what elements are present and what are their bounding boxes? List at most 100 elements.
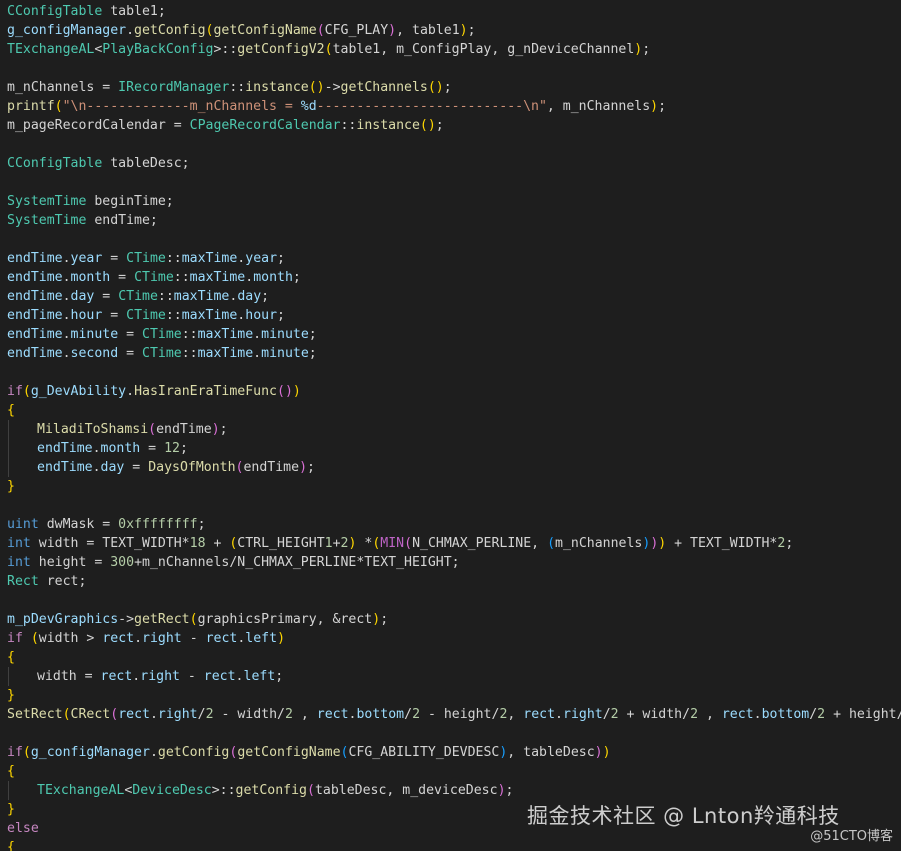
code-line: int height = 300+m_nChannels/N_CHMAX_PER… bbox=[7, 553, 460, 572]
code-token: left bbox=[243, 669, 276, 684]
code-token: :: bbox=[229, 80, 246, 95]
code-token: } bbox=[7, 688, 15, 703]
code-token: m_nChannels bbox=[555, 536, 643, 551]
code-line: { bbox=[7, 762, 15, 781]
code-line: endTime.month = CTime::maxTime.month; bbox=[7, 268, 301, 287]
code-token: hour bbox=[245, 308, 278, 323]
code-token: . bbox=[62, 251, 71, 266]
code-token: ; bbox=[642, 42, 651, 57]
code-token: ( bbox=[189, 612, 198, 627]
code-token: CConfigTable bbox=[7, 4, 103, 19]
code-line: CConfigTable table1; bbox=[7, 2, 166, 21]
code-token: + bbox=[205, 536, 230, 551]
code-token: endTime bbox=[7, 270, 63, 285]
code-line: } bbox=[7, 800, 15, 819]
code-line: m_nChannels = IRecordManager::instance()… bbox=[7, 78, 452, 97]
code-token: . bbox=[62, 270, 71, 285]
code-token: , table1 bbox=[396, 23, 460, 38]
code-token: 18 bbox=[189, 536, 206, 551]
code-token: +m_nChannels/N_CHMAX_PERLINE*TEXT_HEIGHT… bbox=[134, 555, 460, 570]
code-line: m_pageRecordCalendar = CPageRecordCalend… bbox=[7, 116, 444, 135]
code-token: :: bbox=[340, 118, 357, 133]
code-token: . bbox=[62, 327, 71, 342]
code-token: maxTime bbox=[197, 327, 254, 342]
code-token: SystemTime bbox=[7, 213, 87, 228]
code-token: getConfigName bbox=[237, 745, 341, 760]
code-line: TExchangeAL<PlayBackConfig>::getConfigV2… bbox=[7, 40, 650, 59]
code-token: ( bbox=[22, 745, 31, 760]
code-token: 0xffffffff bbox=[118, 517, 198, 532]
indent-guide bbox=[8, 420, 9, 477]
code-token: 300 bbox=[110, 555, 135, 570]
code-token: . bbox=[126, 23, 135, 38]
code-token: if bbox=[7, 631, 23, 646]
code-token: uint bbox=[7, 517, 39, 532]
code-token: ( bbox=[30, 631, 39, 646]
code-line: int width = TEXT_WIDTH*18 + (CTRL_HEIGHT… bbox=[7, 534, 793, 553]
code-line: endTime.day = DaysOfMonth(endTime); bbox=[7, 458, 315, 477]
code-line: g_configManager.getConfig(getConfigName(… bbox=[7, 21, 476, 40]
code-line: CConfigTable tableDesc; bbox=[7, 154, 190, 173]
code-token: ; bbox=[277, 308, 285, 323]
code-token: rect bbox=[316, 707, 349, 722]
code-token: ( bbox=[316, 23, 325, 38]
code-token: . bbox=[149, 745, 158, 760]
code-token: ; bbox=[380, 612, 389, 627]
code-token: , m_nChannels bbox=[546, 99, 651, 114]
code-line: MiladiToShamsi(endTime); bbox=[7, 420, 228, 439]
code-token: instance bbox=[356, 118, 420, 133]
code-token: endTime bbox=[7, 327, 63, 342]
code-token: CTime bbox=[126, 251, 166, 266]
code-token: ; bbox=[277, 251, 285, 266]
code-token: instance bbox=[245, 80, 309, 95]
code-token: CFG_ABILITY_DEVDESC bbox=[348, 745, 500, 760]
code-token: minute bbox=[261, 346, 309, 361]
code-token: >:: bbox=[211, 783, 236, 798]
code-token: . bbox=[555, 707, 563, 722]
code-token: = bbox=[110, 270, 135, 285]
code-token: CFG_PLAY bbox=[324, 23, 389, 38]
code-token: rect bbox=[203, 669, 236, 684]
code-token: month bbox=[253, 270, 293, 285]
code-token: day bbox=[70, 289, 95, 304]
code-line: TExchangeAL<DeviceDesc>::getConfig(table… bbox=[7, 781, 513, 800]
code-token: ; bbox=[308, 327, 317, 342]
code-token: - bbox=[181, 631, 206, 646]
code-token: 2 bbox=[690, 707, 699, 722]
code-token: . bbox=[245, 270, 254, 285]
code-token: 2 bbox=[412, 707, 421, 722]
code-token: / bbox=[809, 707, 818, 722]
code-token: . bbox=[753, 707, 762, 722]
code-token: month bbox=[100, 441, 141, 456]
code-token: ) bbox=[388, 23, 397, 38]
code-token: :: bbox=[181, 346, 198, 361]
code-token: () bbox=[308, 80, 325, 95]
code-token: year bbox=[245, 251, 278, 266]
code-token: maxTime bbox=[189, 270, 246, 285]
code-token: ; bbox=[307, 460, 315, 475]
code-token: ( bbox=[547, 536, 556, 551]
code-line: { bbox=[7, 648, 15, 667]
code-token: CTime bbox=[118, 289, 158, 304]
code-token: ( bbox=[54, 99, 63, 114]
code-line: SystemTime beginTime; bbox=[7, 192, 174, 211]
code-token: MiladiToShamsi bbox=[37, 422, 149, 437]
code-token: endTime; bbox=[86, 213, 158, 228]
code-editor[interactable]: CConfigTable table1; g_configManager.getC… bbox=[0, 0, 901, 851]
code-token: = bbox=[102, 251, 127, 266]
code-token: 2 bbox=[610, 707, 619, 722]
code-token: getConfig bbox=[134, 23, 206, 38]
code-token: { bbox=[7, 840, 15, 851]
code-token: CTime bbox=[134, 270, 174, 285]
code-token: . bbox=[62, 346, 71, 361]
code-token: ( bbox=[62, 707, 71, 722]
code-token: width = bbox=[37, 669, 101, 684]
watermark-text: 掘金技术社区 @ Lnton羚通科技 bbox=[527, 804, 840, 828]
code-token: SetRect bbox=[7, 707, 63, 722]
code-token: :: bbox=[157, 289, 174, 304]
code-token: beginTime; bbox=[86, 194, 174, 209]
code-token: width = TEXT_WIDTH* bbox=[30, 536, 190, 551]
code-token: table1, m_ConfigPlay, g_nDeviceChannel bbox=[332, 42, 635, 57]
code-token: . bbox=[62, 289, 71, 304]
code-token: right bbox=[142, 631, 182, 646]
